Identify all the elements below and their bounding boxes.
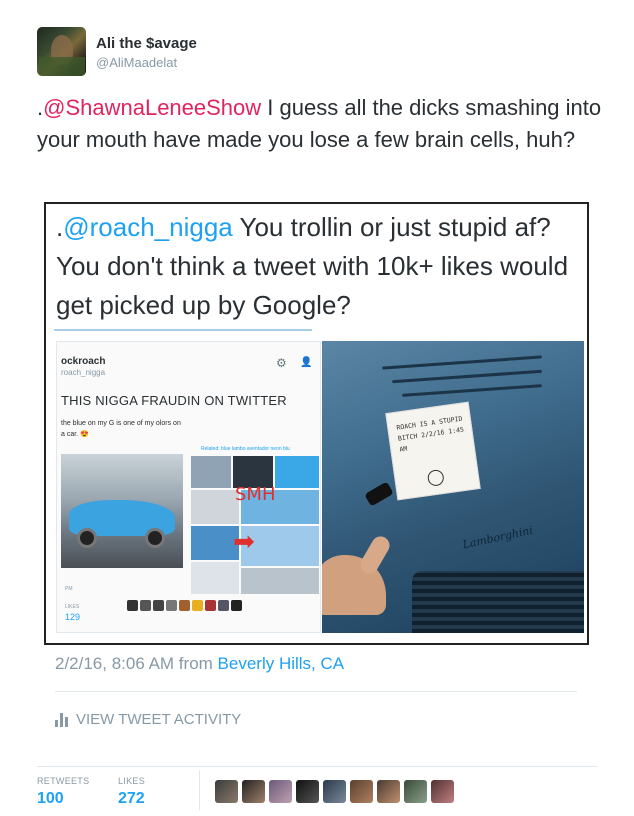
grid-image (191, 456, 231, 488)
liker-avatar[interactable] (296, 780, 319, 803)
avatar[interactable] (37, 27, 86, 76)
timestamp: 2/2/16, 8:06 AM from Beverly Hills, CA (55, 654, 344, 674)
follow-icon: 👤 (300, 357, 313, 368)
key-icon (364, 481, 394, 507)
liker-avatar[interactable] (350, 780, 373, 803)
related-searches: Related: blue lambo aventador neon blu (201, 446, 290, 452)
divider (55, 691, 577, 692)
view-tweet-activity-label: VIEW TWEET ACTIVITY (76, 711, 242, 728)
car-logo: Lamborghini (461, 523, 535, 552)
car-wheel (145, 528, 165, 548)
retweets-count[interactable]: 100 (37, 790, 64, 808)
image-grid (191, 456, 319, 594)
display-name[interactable]: Ali the $avage (96, 35, 197, 52)
user-handle[interactable]: @AliMaadelat (96, 55, 177, 70)
screenshot-username: ockroach (61, 356, 106, 367)
hood-vent (392, 369, 542, 384)
liker-avatar[interactable] (377, 780, 400, 803)
screenshot-title: THIS NIGGA FRAUDIN ON TWITTER (61, 393, 287, 408)
liker-avatar (140, 600, 151, 611)
tweet-header: Ali the $avage @AliMaadelat (37, 27, 597, 77)
car-wheel (77, 528, 97, 548)
liker-avatar[interactable] (215, 780, 238, 803)
screenshot-handle: roach_nigga (61, 368, 106, 377)
screenshot-time: PM (65, 586, 73, 592)
tweet-text: .@ShawnaLeneeShow I guess all the dicks … (37, 92, 607, 156)
liker-avatar (231, 600, 242, 611)
liker-avatar[interactable] (404, 780, 427, 803)
liker-avatar (166, 600, 177, 611)
liker-avatar (153, 600, 164, 611)
timestamp-text[interactable]: 2/2/16, 8:06 AM from (55, 654, 218, 673)
liker-avatar (127, 600, 138, 611)
liker-avatar (192, 600, 203, 611)
bar-chart-icon (55, 712, 68, 727)
hood-vent (402, 384, 542, 397)
quoted-mention: @roach_nigga (63, 212, 233, 242)
liker-avatar[interactable] (269, 780, 292, 803)
view-tweet-activity[interactable]: VIEW TWEET ACTIVITY (55, 711, 241, 728)
car-grille (412, 571, 584, 633)
screenshot-panel: ockroach roach_nigga ⚙ 👤 THIS NIGGA FRAU… (56, 341, 321, 633)
likes-count[interactable]: 272 (118, 790, 145, 808)
liker-avatar (218, 600, 229, 611)
location-link[interactable]: Beverly Hills, CA (218, 654, 345, 673)
gear-icon: ⚙ (276, 356, 287, 370)
avatar-background (39, 57, 85, 76)
grid-image (191, 526, 239, 560)
sad-face-icon (426, 468, 445, 487)
liker-avatar (179, 600, 190, 611)
screenshot-likes-label: LIKES (65, 604, 80, 610)
grid-image (191, 562, 239, 594)
note-text: ROACH IS A STUPID BITCH 2/2/16 1:45 AM (395, 414, 465, 454)
likes-label: LIKES (118, 776, 146, 786)
divider (199, 770, 200, 810)
screenshot-likes-count: 129 (65, 612, 81, 622)
finger (357, 533, 393, 577)
tweet-media-image[interactable]: .@roach_nigga You trollin or just stupid… (44, 202, 589, 645)
quoted-tweet-text: .@roach_nigga You trollin or just stupid… (56, 208, 581, 325)
divider (54, 329, 312, 331)
hood-vent (382, 355, 542, 370)
divider (37, 766, 597, 767)
liker-avatar[interactable] (431, 780, 454, 803)
liker-avatar[interactable] (242, 780, 265, 803)
liker-avatar (205, 600, 216, 611)
retweets-label: RETWEETS (37, 776, 90, 786)
liker-avatar[interactable] (323, 780, 346, 803)
grid-image (191, 490, 239, 524)
handwritten-note: ROACH IS A STUPID BITCH 2/2/16 1:45 AM (385, 401, 481, 501)
grid-image (241, 568, 319, 594)
arrow-icon: ➡ (233, 526, 255, 556)
car-photo (61, 454, 183, 568)
smh-annotation: SMH (235, 484, 276, 505)
grid-image (275, 456, 319, 488)
screenshot-caption: the blue on my G is one of my olors on a… (61, 420, 181, 438)
mention-link[interactable]: @ShawnaLeneeShow (43, 95, 261, 120)
lamborghini-photo: ROACH IS A STUPID BITCH 2/2/16 1:45 AM L… (322, 341, 584, 633)
